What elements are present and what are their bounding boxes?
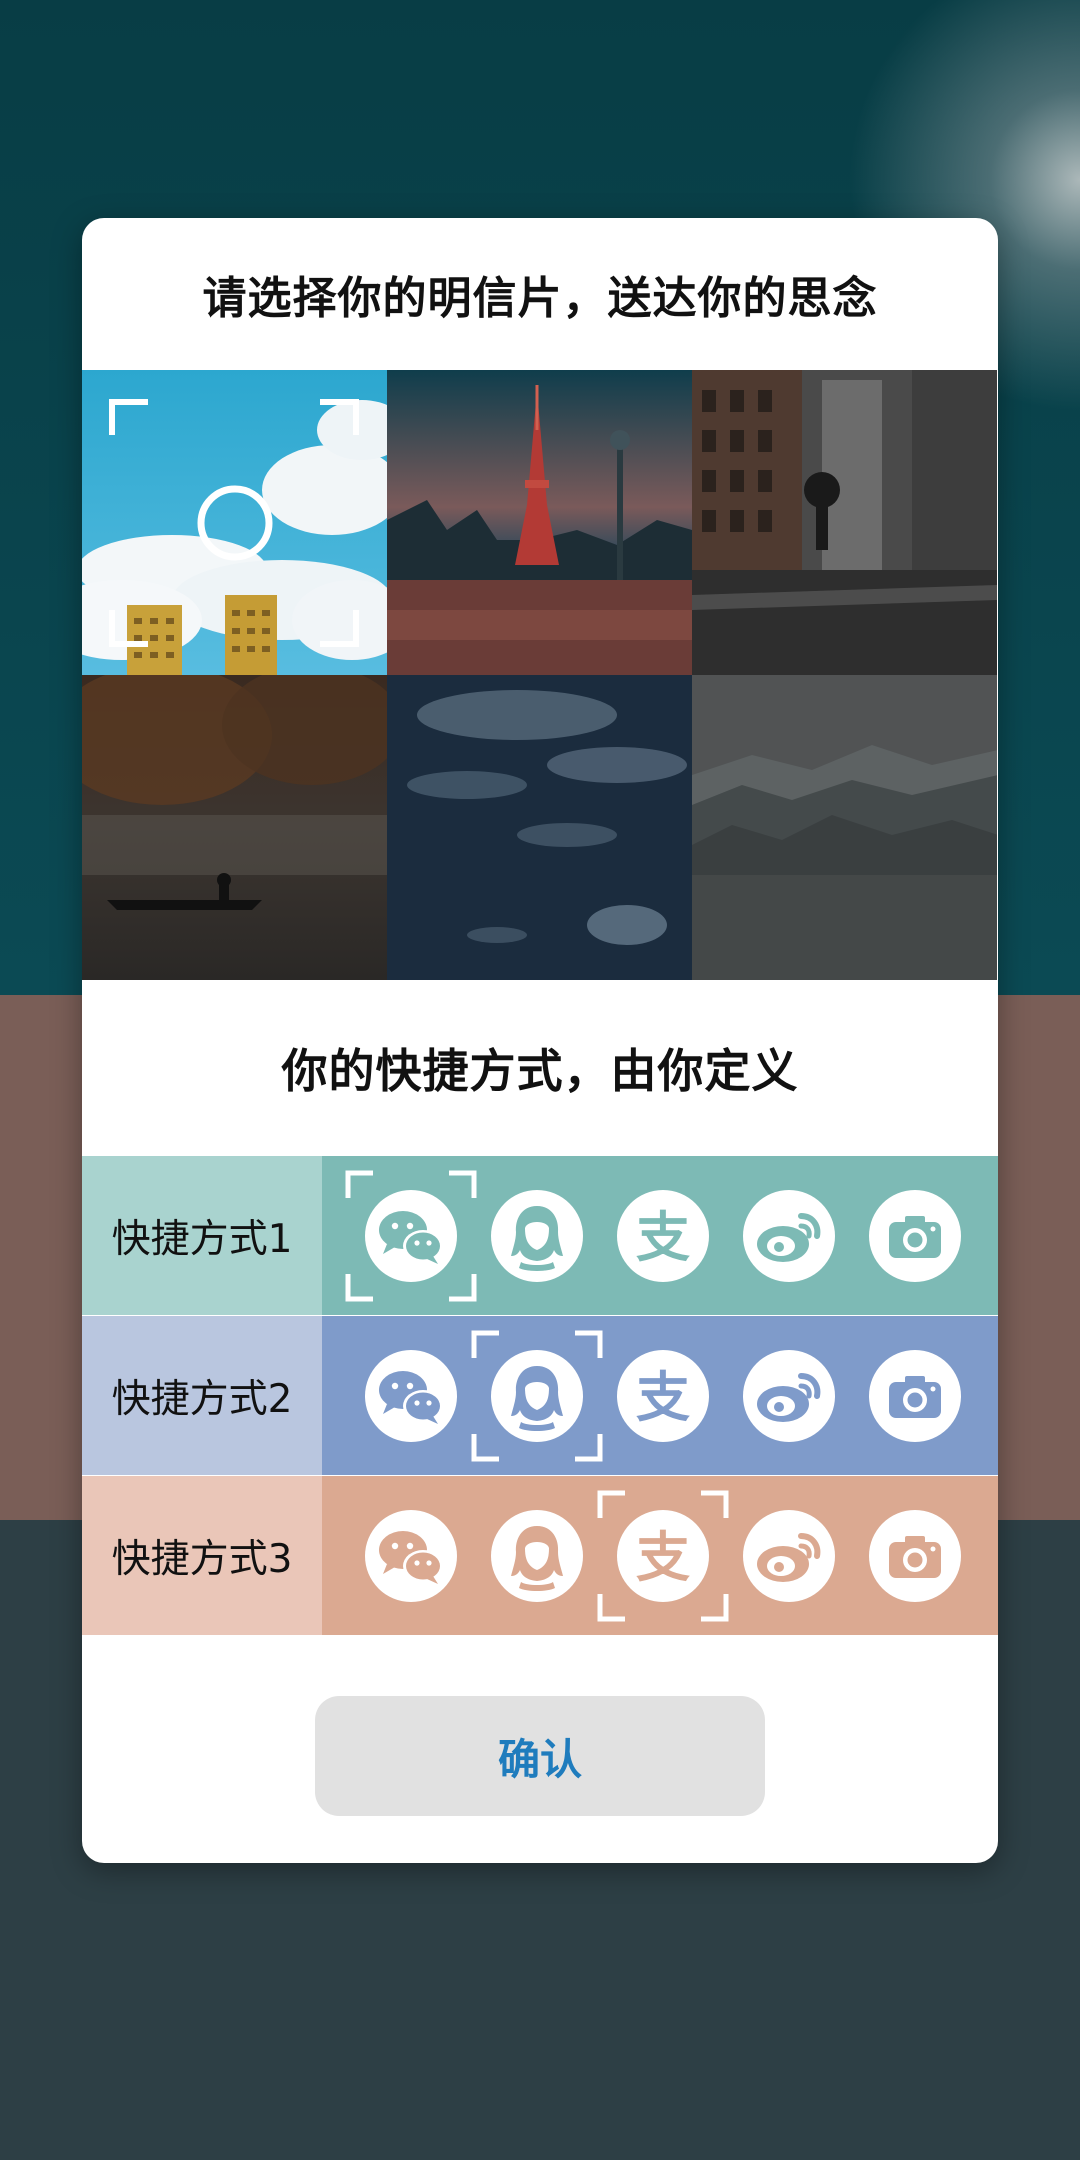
shortcut-icon-group: 支	[322, 1156, 998, 1315]
wechat-icon[interactable]	[365, 1510, 457, 1602]
shortcut-icon-group: 支	[322, 1316, 998, 1475]
camera-icon[interactable]	[869, 1510, 961, 1602]
alipay-icon[interactable]: 支	[617, 1350, 709, 1442]
qq-icon[interactable]	[491, 1190, 583, 1282]
postcard-rainy-street[interactable]	[692, 370, 997, 675]
wechat-icon[interactable]	[365, 1350, 457, 1442]
shortcut-title: 你的快捷方式，由你定义	[281, 1044, 799, 1098]
postcard-title: 请选择你的明信片，送达你的思念	[202, 273, 878, 324]
shortcut-row-label: 快捷方式3	[82, 1476, 322, 1635]
shortcut-row-2: 快捷方式2 支	[82, 1316, 998, 1475]
weibo-icon[interactable]	[743, 1190, 835, 1282]
shortcut-icon-group: 支	[322, 1476, 998, 1635]
camera-icon[interactable]	[869, 1190, 961, 1282]
postcard-misty-lake-boat[interactable]	[82, 675, 387, 980]
alipay-icon[interactable]: 支	[617, 1190, 709, 1282]
camera-icon[interactable]	[869, 1350, 961, 1442]
postcard-tokyo-tower-night[interactable]	[387, 370, 692, 675]
shortcut-row-3: 快捷方式3 支	[82, 1476, 998, 1635]
weibo-icon[interactable]	[743, 1350, 835, 1442]
wechat-icon[interactable]	[345, 1170, 477, 1302]
postcard-dialog: 请选择你的明信片，送达你的思念 你的快捷方式，由你定义 快捷方式1 支 快捷方式…	[82, 218, 998, 1863]
shortcut-rows: 快捷方式1 支快捷方式2 支快捷方式3 支	[82, 1156, 998, 1635]
shortcut-row-label: 快捷方式1	[82, 1156, 322, 1315]
svg-text:支: 支	[636, 1366, 690, 1429]
shortcut-row-label: 快捷方式2	[82, 1316, 322, 1475]
shortcut-row-1: 快捷方式1 支	[82, 1156, 998, 1315]
selection-frame-icon	[109, 399, 359, 647]
alipay-icon[interactable]: 支	[597, 1490, 729, 1622]
svg-text:支: 支	[636, 1206, 690, 1269]
svg-text:支: 支	[636, 1526, 690, 1589]
qq-icon[interactable]	[491, 1510, 583, 1602]
weibo-icon[interactable]	[743, 1510, 835, 1602]
postcard-fish-water[interactable]	[387, 675, 692, 980]
confirm-button[interactable]: 确认	[315, 1696, 765, 1816]
qq-icon[interactable]	[471, 1330, 603, 1462]
postcard-grid	[82, 370, 998, 980]
postcard-sky-buildings[interactable]	[82, 370, 387, 675]
postcard-misty-mountains[interactable]	[692, 675, 997, 980]
